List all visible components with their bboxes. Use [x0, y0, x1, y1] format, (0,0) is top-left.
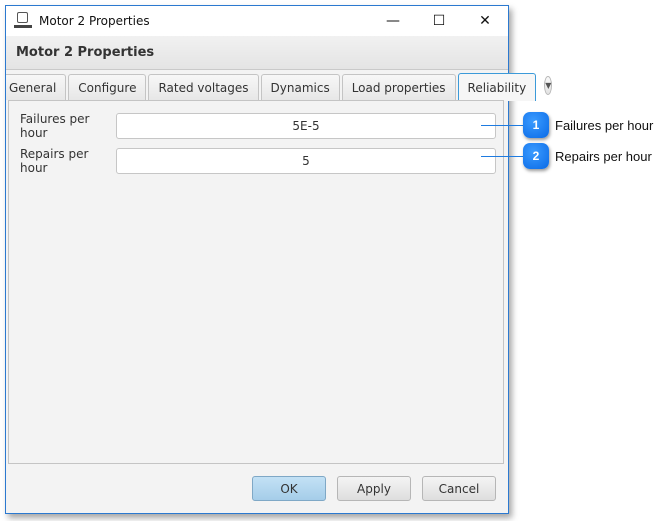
- app-logo-icon: [14, 12, 32, 30]
- repairs-per-hour-input[interactable]: 5: [116, 148, 496, 174]
- callout-1-badge: 1: [523, 112, 549, 138]
- tab-general[interactable]: General: [6, 74, 67, 100]
- callout-2: 2 Repairs per hour: [523, 143, 652, 169]
- callout-2-badge: 2: [523, 143, 549, 169]
- maximize-button[interactable]: ☐: [416, 6, 462, 36]
- close-icon: ✕: [479, 13, 491, 29]
- repairs-per-hour-label: Repairs per hour: [20, 147, 89, 175]
- tab-rated-voltages[interactable]: Rated voltages: [148, 74, 259, 100]
- maximize-icon: ☐: [432, 13, 446, 29]
- minimize-icon: —: [386, 13, 400, 29]
- minimize-button[interactable]: —: [370, 6, 416, 36]
- tab-label: Configure: [78, 80, 137, 95]
- title-bar: Motor 2 Properties — ☐ ✕: [6, 6, 508, 36]
- tab-label: General: [9, 80, 57, 95]
- dialog-header: Motor 2 Properties: [6, 36, 508, 70]
- repairs-per-hour-value: 5: [302, 154, 310, 168]
- reliability-panel: Failures per hour 5E-5 Repairs per hour …: [8, 100, 504, 464]
- window-title: Motor 2 Properties: [39, 14, 150, 28]
- dialog-header-title: Motor 2 Properties: [16, 45, 155, 60]
- callout-1-text: Failures per hour: [555, 117, 654, 133]
- callout-1: 1 Failures per hour: [523, 112, 653, 138]
- tab-label: Rated voltages: [158, 80, 249, 95]
- failures-per-hour-label: Failures per hour: [20, 112, 90, 140]
- ok-button[interactable]: OK: [252, 476, 326, 501]
- repairs-per-hour-row: Repairs per hour 5: [9, 147, 496, 175]
- failures-per-hour-input[interactable]: 5E-5: [116, 113, 496, 139]
- tab-load-properties[interactable]: Load properties: [341, 74, 456, 100]
- callout-1-leader-line: [481, 125, 523, 126]
- cancel-button[interactable]: Cancel: [422, 476, 496, 501]
- tab-bar: General Configure Rated voltages Dynamic…: [6, 72, 553, 101]
- tab-overflow-button[interactable]: ▼: [544, 76, 553, 95]
- properties-dialog: Motor 2 Properties — ☐ ✕ Motor 2 Propert…: [5, 5, 553, 514]
- tab-label: Dynamics: [270, 80, 330, 95]
- failures-per-hour-row: Failures per hour 5E-5: [9, 112, 496, 140]
- tab-configure[interactable]: Configure: [68, 74, 147, 100]
- close-button[interactable]: ✕: [462, 6, 508, 36]
- callout-2-leader-line: [481, 156, 523, 157]
- tab-label: Reliability: [467, 80, 527, 95]
- tab-label: Load properties: [351, 80, 446, 95]
- chevron-down-icon: ▼: [545, 81, 552, 90]
- tab-dynamics[interactable]: Dynamics: [260, 74, 340, 100]
- apply-button[interactable]: Apply: [337, 476, 411, 501]
- failures-per-hour-value: 5E-5: [292, 119, 320, 133]
- tab-reliability[interactable]: Reliability: [457, 73, 537, 101]
- window-controls: — ☐ ✕: [370, 6, 508, 36]
- callout-2-text: Repairs per hour: [555, 148, 652, 164]
